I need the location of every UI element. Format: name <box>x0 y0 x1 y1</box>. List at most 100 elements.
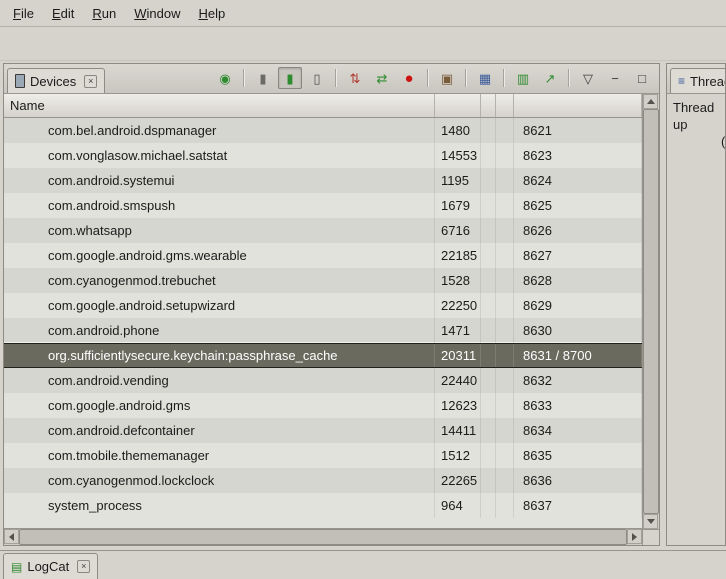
process-port: 8627 <box>514 243 642 268</box>
process-cell-empty <box>481 243 496 268</box>
column-header-name[interactable]: Name <box>4 94 435 117</box>
process-name: com.android.defcontainer <box>4 418 435 443</box>
process-name: com.android.phone <box>4 318 435 343</box>
process-name: com.android.systemui <box>4 168 435 193</box>
process-pid: 12623 <box>435 393 481 418</box>
column-header-col3[interactable] <box>496 94 514 117</box>
vscrollbar-thumb[interactable] <box>643 109 659 514</box>
process-name: com.google.android.gms.wearable <box>4 243 435 268</box>
threads-view-header: ≡ Threads <box>667 64 725 94</box>
table-row[interactable]: com.tmobile.thememanager 1512 8635 <box>4 443 642 468</box>
menu-item-edit[interactable]: Edit <box>43 3 83 24</box>
logcat-icon: ▤ <box>11 561 22 573</box>
table-row[interactable]: com.android.defcontainer 14411 8634 <box>4 418 642 443</box>
down-arrow-icon <box>647 519 655 524</box>
tab-logcat[interactable]: ▤ LogCat × <box>3 553 98 579</box>
table-row[interactable]: com.vonglasow.michael.satstat 14553 8623 <box>4 143 642 168</box>
debug-process-icon[interactable]: ◉ <box>213 67 237 89</box>
vertical-scrollbar[interactable] <box>643 94 659 529</box>
process-cell-empty <box>481 493 496 518</box>
table-row[interactable]: com.android.smspush 1679 8625 <box>4 193 642 218</box>
table-row[interactable]: com.cyanogenmod.lockclock 22265 8636 <box>4 468 642 493</box>
main-toolbar <box>0 27 726 61</box>
table-row[interactable]: com.google.android.setupwizard 22250 862… <box>4 293 642 318</box>
process-port: 8634 <box>514 418 642 443</box>
table-row[interactable]: com.bel.android.dspmanager 1480 8621 <box>4 118 642 143</box>
tab-devices[interactable]: Devices × <box>7 68 105 93</box>
scroll-down-button[interactable] <box>643 514 658 529</box>
column-header-col2[interactable] <box>481 94 496 117</box>
table-row[interactable]: com.android.phone 1471 8630 <box>4 318 642 343</box>
process-table: com.bel.android.dspmanager 1480 8621 com… <box>4 118 642 528</box>
process-port: 8623 <box>514 143 642 168</box>
menu-item-run[interactable]: Run <box>83 3 125 24</box>
process-pid: 1195 <box>435 168 481 193</box>
process-pid: 1512 <box>435 443 481 468</box>
scroll-up-button[interactable] <box>643 94 658 109</box>
toolbar-icon-glyph: ▥ <box>517 72 529 85</box>
scroll-right-button[interactable] <box>627 529 642 544</box>
table-row[interactable]: com.google.android.gms 12623 8633 <box>4 393 642 418</box>
cause-gc-icon[interactable]: ▯ <box>305 67 329 89</box>
toolbar-icon-glyph: ⇅ <box>350 72 361 85</box>
process-cell-empty <box>481 468 496 493</box>
toolbar-icon-glyph: ▽ <box>583 72 593 85</box>
column-header-col4[interactable] <box>514 94 642 117</box>
scrollbar-corner <box>643 529 659 545</box>
update-threads-icon[interactable]: ⇅ <box>343 67 367 89</box>
process-name: com.google.android.gms <box>4 393 435 418</box>
horizontal-scrollbar[interactable] <box>4 529 642 545</box>
minimize-icon[interactable]: − <box>603 67 627 89</box>
toolbar-icon-glyph: ◉ <box>219 72 230 85</box>
table-row[interactable]: com.google.android.gms.wearable 22185 86… <box>4 243 642 268</box>
close-icon[interactable]: × <box>84 75 97 88</box>
ui-hierarchy-icon[interactable]: ▦ <box>473 67 497 89</box>
toolbar-icon-glyph: ● <box>404 71 413 86</box>
threads-message-cont: ( <box>673 133 723 150</box>
main-area: Devices × ◉▮▮▯⇅⇄●▣▦▥↗▽−□ Name com.bel.an… <box>0 61 726 550</box>
view-menu-icon[interactable]: ▽ <box>576 67 600 89</box>
menu-item-window[interactable]: Window <box>125 3 189 24</box>
tab-threads[interactable]: ≡ Threads <box>670 68 725 93</box>
table-row[interactable]: com.android.vending 22440 8632 <box>4 368 642 393</box>
process-cell-empty <box>496 243 514 268</box>
close-icon[interactable]: × <box>77 560 90 573</box>
left-arrow-icon <box>9 533 14 541</box>
process-name: system_process <box>4 493 435 518</box>
maximize-icon[interactable]: □ <box>630 67 654 89</box>
thread-columns-icon[interactable]: ▥ <box>511 67 535 89</box>
stop-process-icon[interactable]: ● <box>397 67 421 89</box>
process-cell-empty <box>496 368 514 393</box>
process-cell-empty <box>481 268 496 293</box>
column-header-col1[interactable] <box>435 94 481 117</box>
window: FileEditRunWindowHelp Devices × ◉▮▮▯⇅⇄●▣… <box>0 0 726 577</box>
process-cell-empty <box>496 268 514 293</box>
toolbar-icon-glyph: ▦ <box>479 72 491 85</box>
process-cell-empty <box>481 344 496 367</box>
method-profiling-icon[interactable]: ⇄ <box>370 67 394 89</box>
process-name: com.cyanogenmod.lockclock <box>4 468 435 493</box>
threads-icon: ≡ <box>678 75 685 87</box>
table-row[interactable]: com.whatsapp 6716 8626 <box>4 218 642 243</box>
process-pid: 14553 <box>435 143 481 168</box>
hscrollbar-thumb[interactable] <box>19 529 627 545</box>
table-row[interactable]: com.cyanogenmod.trebuchet 1528 8628 <box>4 268 642 293</box>
table-row[interactable]: com.android.systemui 1195 8624 <box>4 168 642 193</box>
toolbar-separator <box>568 69 570 87</box>
process-port: 8625 <box>514 193 642 218</box>
tab-threads-label: Threads <box>690 74 725 89</box>
table-row[interactable]: org.sufficientlysecure.keychain:passphra… <box>4 343 642 368</box>
process-cell-empty <box>496 344 514 367</box>
process-cell-empty <box>496 318 514 343</box>
logcat-bar: ▤ LogCat × <box>0 550 726 579</box>
screen-capture-icon[interactable]: ▣ <box>435 67 459 89</box>
chart-icon[interactable]: ↗ <box>538 67 562 89</box>
dump-hprof-icon[interactable]: ▮ <box>278 67 302 89</box>
scroll-left-button[interactable] <box>4 529 19 544</box>
update-heap-icon[interactable]: ▮ <box>251 67 275 89</box>
menu-item-file[interactable]: File <box>4 3 43 24</box>
table-row[interactable]: system_process 964 8637 <box>4 493 642 518</box>
menu-item-help[interactable]: Help <box>189 3 234 24</box>
process-port: 8628 <box>514 268 642 293</box>
toolbar-separator <box>427 69 429 87</box>
